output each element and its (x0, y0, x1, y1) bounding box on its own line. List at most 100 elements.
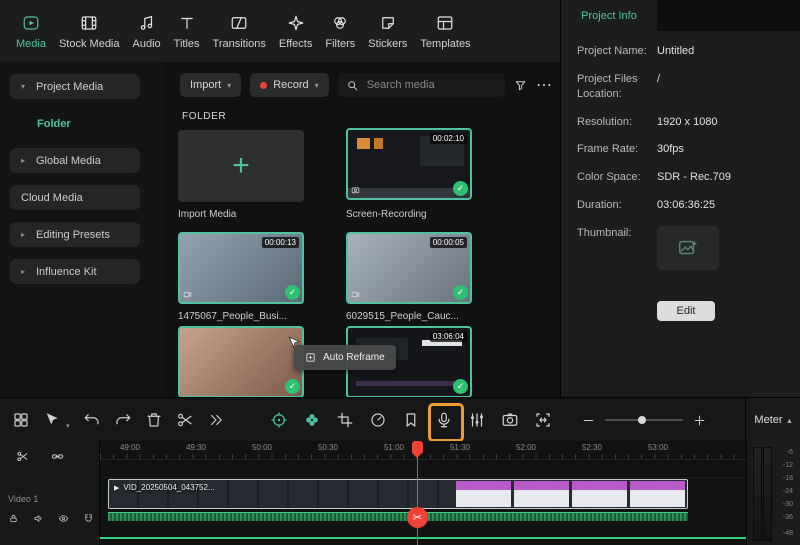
zoom-out-icon[interactable] (582, 414, 595, 427)
cut-scissors-badge[interactable]: ✂ (407, 507, 428, 528)
lock-icon[interactable] (8, 513, 19, 524)
sidebar-item-folder[interactable]: Folder (26, 111, 82, 136)
zoom-slider-knob[interactable] (638, 416, 646, 424)
playhead-handle[interactable] (412, 441, 423, 458)
field-label: Color Space: (577, 171, 641, 184)
tab-filters[interactable]: Filters (325, 13, 355, 50)
marker-bookmark-icon[interactable] (402, 411, 420, 429)
project-info-body: Project Name: Untitled Project Files Loc… (577, 44, 790, 321)
import-media-tile[interactable]: + (178, 130, 304, 202)
ruler-time-label: 53:00 (647, 443, 669, 452)
zoom-controls (582, 398, 706, 442)
sidebar-item-cloud-media[interactable]: Cloud Media (10, 185, 140, 210)
meter-scale-label: -24 (782, 488, 793, 495)
tab-stock-media[interactable]: Stock Media (59, 13, 120, 50)
chevron-down-icon: ▾ (227, 80, 232, 90)
zoom-in-icon[interactable] (693, 414, 706, 427)
meter-scale-label: -36 (782, 514, 793, 521)
tab-label: Titles (173, 37, 200, 50)
sidebar-item-label: Global Media (36, 154, 101, 167)
playhead[interactable]: ✂ (407, 441, 428, 545)
record-button-label: Record (273, 79, 309, 91)
scissors-line-icon[interactable] (16, 450, 29, 463)
video-clip[interactable]: ▶ VID_20250504_043752... (108, 479, 688, 509)
edit-button[interactable]: Edit (657, 300, 715, 321)
top-navigation: Media Stock Media Audio Titles Transitio… (0, 0, 560, 62)
tab-audio[interactable]: Audio (133, 13, 161, 50)
clover-effect-icon[interactable] (303, 411, 321, 429)
sidebar-item-editing-presets[interactable]: ▸ Editing Presets (10, 222, 140, 247)
media-item-people-business[interactable]: 00:00:13 ✓ (178, 232, 304, 304)
media-item-person-video[interactable]: ✓ (178, 326, 304, 398)
field-value: Untitled (657, 45, 695, 57)
delete-icon[interactable] (145, 411, 163, 429)
reframe-icon (305, 352, 316, 363)
clip-segment (572, 481, 627, 507)
speaker-icon[interactable] (33, 513, 44, 524)
audio-mixer-icon[interactable] (468, 411, 486, 429)
sidebar-item-global-media[interactable]: ▸ Global Media (10, 148, 140, 173)
media-sidebar: ▾ Project Media Folder ▸ Global Media Cl… (0, 62, 166, 397)
sidebar-item-influence-kit[interactable]: ▸ Influence Kit (10, 259, 140, 284)
expand-arrows-icon[interactable] (534, 411, 552, 429)
check-badge-icon[interactable]: ✓ (285, 379, 300, 394)
ruler-time-label: 51:00 (383, 443, 405, 452)
auto-reframe-tooltip: Auto Reframe (288, 336, 396, 370)
filters-icon (329, 13, 351, 33)
check-badge-icon[interactable]: ✓ (453, 379, 468, 394)
media-item-screen-recording[interactable]: 00:02:10 ✓ (346, 128, 472, 200)
undo-icon[interactable] (83, 411, 101, 429)
tab-media[interactable]: Media (16, 13, 46, 50)
tab-effects[interactable]: Effects (279, 13, 312, 50)
duration-badge: 00:00:05 (429, 237, 467, 248)
tab-project-info[interactable]: Project Info (561, 0, 657, 31)
meter-bar-left (753, 447, 762, 541)
video-editor-app: Media Stock Media Audio Titles Transitio… (0, 0, 800, 545)
crosshair-tracking-icon[interactable] (270, 411, 288, 429)
field-thumbnail: Thumbnail: (577, 225, 790, 270)
link-icon[interactable] (51, 450, 64, 463)
import-button[interactable]: Import ▾ (180, 73, 242, 97)
sidebar-item-label: Editing Presets (36, 228, 110, 241)
split-scissors-icon[interactable] (176, 411, 194, 429)
check-badge-icon[interactable]: ✓ (285, 285, 300, 300)
eye-icon[interactable] (58, 513, 69, 524)
sparkle-icon (285, 13, 307, 33)
timeline: Video 1 49:00 49:30 50:00 50:30 51:00 51… (0, 441, 800, 545)
ruler-time-label: 52:00 (515, 443, 537, 452)
crop-icon[interactable] (336, 411, 354, 429)
record-button[interactable]: Record ▾ (250, 73, 329, 97)
media-item-people-caucasian[interactable]: 00:00:05 ✓ (346, 232, 472, 304)
snapshot-camera-icon[interactable] (501, 411, 519, 429)
track-label: Video 1 (8, 494, 39, 504)
grid-view-icon[interactable] (12, 411, 30, 429)
project-info-header: Project Info (561, 0, 800, 31)
redo-icon[interactable] (114, 411, 132, 429)
tab-templates[interactable]: Templates (420, 13, 471, 50)
magnet-icon[interactable] (83, 513, 94, 524)
select-tool-icon[interactable] (43, 411, 61, 429)
more-tools-icon[interactable] (207, 411, 225, 429)
field-label: Duration: (577, 199, 622, 212)
check-badge-icon[interactable]: ✓ (453, 285, 468, 300)
sidebar-item-label: Folder (37, 117, 71, 130)
search-input[interactable] (364, 78, 497, 92)
microphone-icon[interactable] (435, 411, 453, 429)
check-badge-icon[interactable]: ✓ (453, 181, 468, 196)
speed-gauge-icon[interactable] (369, 411, 387, 429)
media-item-label: 6029515_People_Cauc... (346, 311, 459, 322)
timeline-header-tools (16, 450, 64, 463)
more-options-icon[interactable]: ⋯ (536, 75, 552, 95)
chevron-down-icon: ▾ (314, 80, 319, 90)
meter-toggle-button[interactable]: Meter ▴ (745, 398, 800, 442)
tab-transitions[interactable]: Transitions (213, 13, 266, 50)
audio-waveform-track[interactable] (108, 512, 688, 521)
sidebar-item-project-media[interactable]: ▾ Project Media (10, 74, 140, 99)
thumbnail-placeholder[interactable] (657, 225, 719, 270)
timeline-ruler[interactable]: 49:00 49:30 50:00 50:30 51:00 51:30 52:0… (100, 441, 746, 460)
filter-icon[interactable] (514, 79, 527, 92)
tab-stickers[interactable]: Stickers (368, 13, 407, 50)
ruler-ticks (100, 454, 746, 459)
zoom-slider[interactable] (605, 416, 683, 424)
tab-titles[interactable]: Titles (174, 13, 200, 50)
